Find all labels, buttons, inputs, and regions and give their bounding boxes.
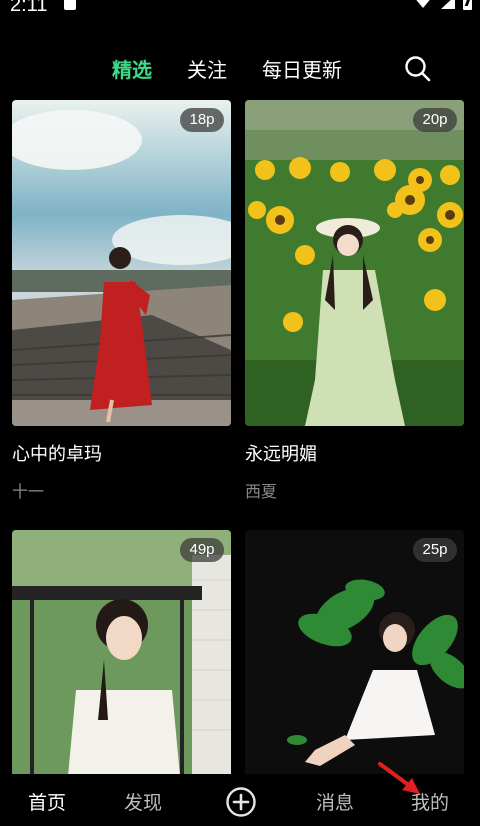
album-title[interactable]: 心中的卓玛 xyxy=(12,440,102,466)
album-author[interactable]: 西夏 xyxy=(245,478,277,502)
album-cover-image[interactable]: 25p xyxy=(245,530,464,776)
album-cover-image[interactable]: 49p xyxy=(12,530,231,776)
search-icon xyxy=(405,56,431,82)
photo-count-badge: 25p xyxy=(413,538,457,562)
photo-count-badge: 49p xyxy=(180,538,224,562)
photo-count-badge: 20p xyxy=(413,108,457,132)
nav-messages[interactable]: 消息 xyxy=(316,788,354,815)
tab-following[interactable]: 关注 xyxy=(187,54,227,83)
battery-icon xyxy=(463,0,472,10)
status-bar: 2:11 xyxy=(0,0,480,18)
status-icons xyxy=(413,0,472,10)
status-time: 2:11 xyxy=(10,0,48,16)
album-author[interactable]: 十一 xyxy=(12,478,44,502)
album-cover-image[interactable]: 18p xyxy=(12,100,231,426)
nav-home[interactable]: 首页 xyxy=(28,788,66,815)
search-button[interactable] xyxy=(403,54,433,84)
album-cover-image[interactable]: 20p xyxy=(245,100,464,426)
wifi-icon xyxy=(413,0,433,8)
bottom-nav-bar: 首页 发现 消息 我的 xyxy=(0,774,480,826)
notification-icon xyxy=(64,0,76,10)
photo-count-badge: 18p xyxy=(180,108,224,132)
nav-discover[interactable]: 发现 xyxy=(124,788,162,815)
tab-featured[interactable]: 精选 xyxy=(112,54,152,83)
tab-daily-updates[interactable]: 每日更新 xyxy=(262,54,342,83)
signal-icon xyxy=(441,0,455,9)
album-title[interactable]: 永远明媚 xyxy=(245,440,317,466)
plus-circle-icon xyxy=(226,787,256,817)
nav-add-button[interactable] xyxy=(225,786,257,818)
top-tab-bar: 精选 关注 每日更新 xyxy=(0,48,480,88)
nav-mine[interactable]: 我的 xyxy=(411,788,449,815)
